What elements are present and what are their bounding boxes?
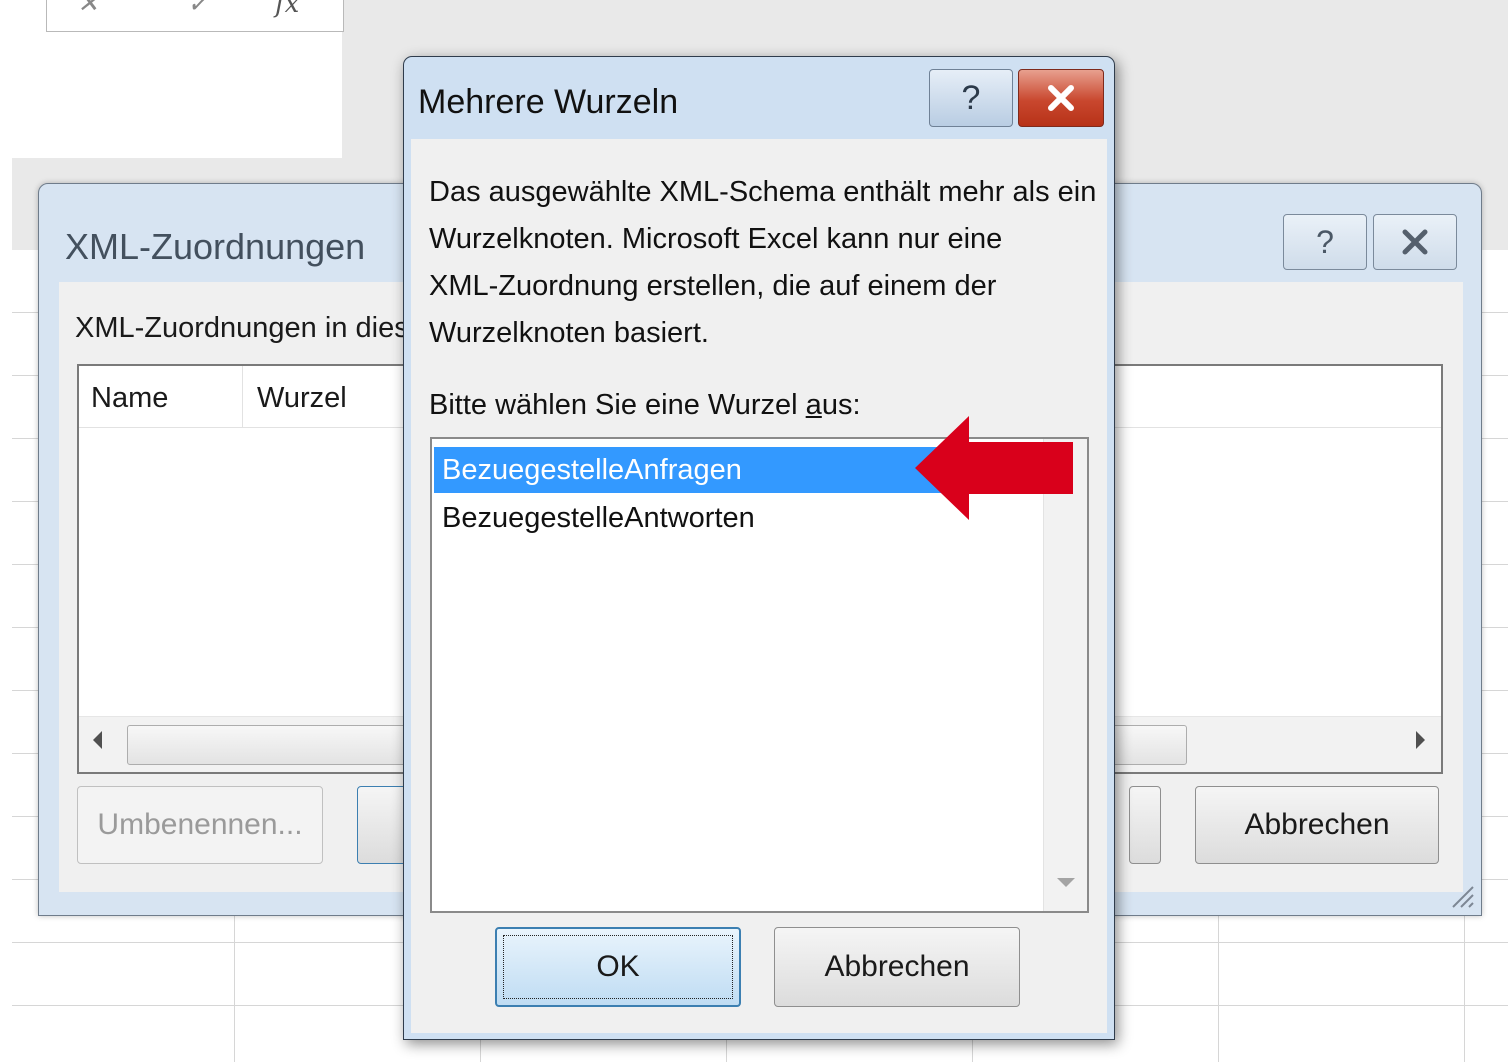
- root-prompt-label: Bitte wählen Sie eine Wurzel aus:: [429, 389, 861, 422]
- prompt-accelerator: a: [805, 389, 822, 421]
- formula-area: ✕ ✓ fx: [12, 0, 344, 158]
- add-button[interactable]: [1129, 786, 1161, 864]
- message-line: Das ausgewählte XML-Schema enthält mehr …: [429, 176, 1097, 208]
- grid-line: [234, 915, 235, 1062]
- rename-button[interactable]: Umbenennen...: [77, 786, 323, 864]
- grid-line: [1218, 915, 1219, 1062]
- dialog-message: Das ausgewählte XML-Schema enthält mehr …: [429, 169, 1099, 357]
- scroll-right-icon[interactable]: [1416, 731, 1425, 749]
- name-box[interactable]: ✕ ✓ fx: [46, 0, 344, 32]
- prompt-text: Bitte wählen Sie eine Wurzel: [429, 389, 806, 421]
- cancel-button[interactable]: Abbrechen: [1195, 786, 1439, 864]
- dialog-title: Mehrere Wurzeln: [418, 83, 679, 121]
- column-header-root[interactable]: Wurzel: [257, 382, 347, 415]
- close-icon: [1402, 229, 1428, 255]
- column-header-name[interactable]: Name: [91, 382, 168, 415]
- prompt-text-end: us:: [821, 389, 861, 421]
- dialog-body: Das ausgewählte XML-Schema enthält mehr …: [411, 139, 1107, 1033]
- cancel-button[interactable]: Abbrechen: [774, 927, 1020, 1007]
- help-button[interactable]: ?: [929, 69, 1013, 127]
- insert-function-icon[interactable]: fx: [275, 0, 299, 19]
- scroll-left-icon[interactable]: [93, 731, 102, 749]
- confirm-entry-icon[interactable]: ✓: [187, 0, 209, 19]
- column-separator[interactable]: [242, 366, 243, 428]
- dialog-title: XML-Zuordnungen: [65, 226, 366, 267]
- maps-caption: XML-Zuordnungen in dies: [75, 312, 409, 344]
- close-button[interactable]: [1018, 69, 1104, 127]
- help-button[interactable]: ?: [1283, 214, 1367, 270]
- resize-grip-icon[interactable]: [1449, 883, 1475, 909]
- scroll-down-icon[interactable]: [1057, 878, 1075, 887]
- focus-ring: [503, 935, 733, 999]
- grid-line: [1464, 915, 1465, 1062]
- close-icon: [1048, 85, 1074, 111]
- message-line: Wurzelknoten. Microsoft Excel kann nur e…: [429, 223, 1003, 255]
- close-button[interactable]: [1373, 214, 1457, 270]
- ok-button[interactable]: OK: [495, 927, 741, 1007]
- cancel-entry-icon[interactable]: ✕: [77, 0, 99, 19]
- multiple-roots-dialog: Mehrere Wurzeln ? Das ausgewählte XML-Sc…: [403, 56, 1115, 1040]
- red-arrow-icon: [915, 416, 1073, 520]
- message-line: Wurzelknoten basiert.: [429, 317, 709, 349]
- message-line: XML-Zuordnung erstellen, die auf einem d…: [429, 270, 997, 302]
